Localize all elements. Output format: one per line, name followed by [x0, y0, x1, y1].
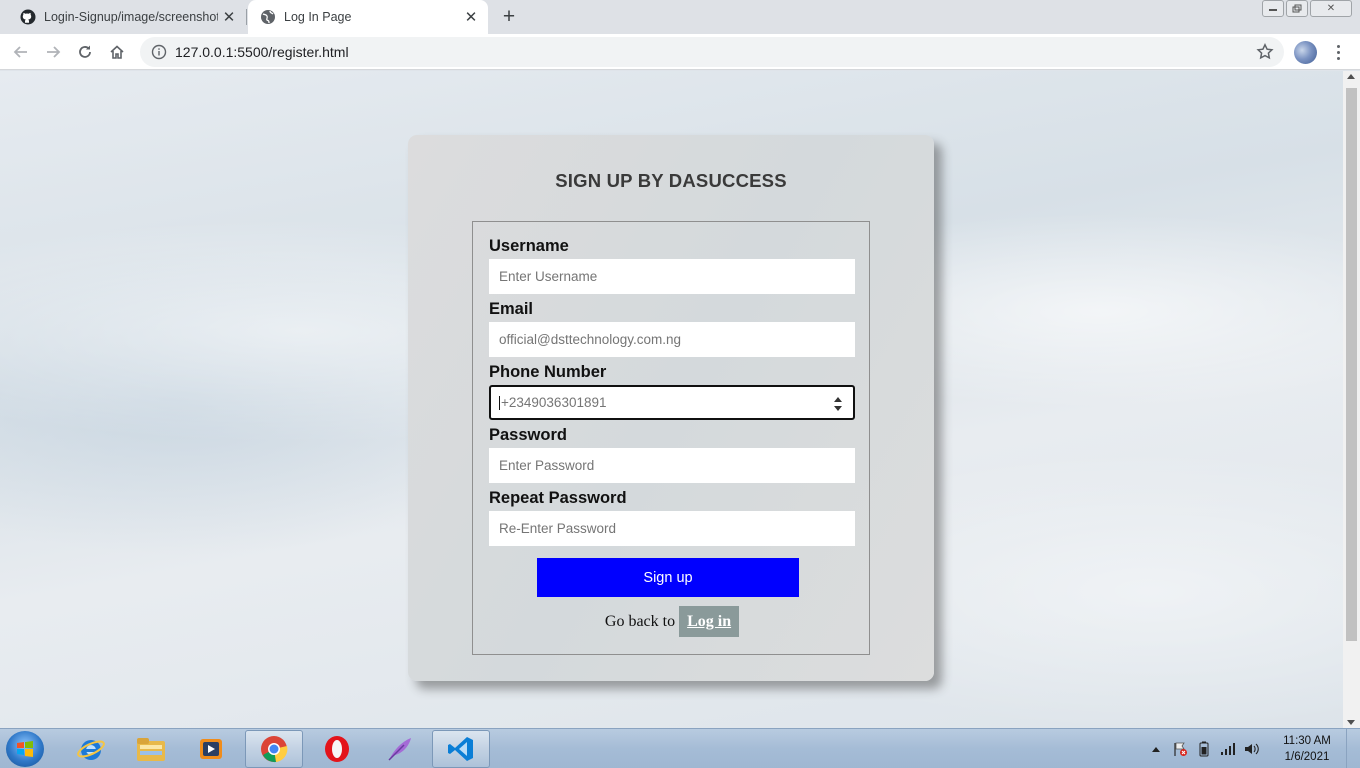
tab-log-in-page[interactable]: Log In Page ✕ [248, 0, 488, 34]
browser-menu-icon[interactable] [1330, 41, 1346, 63]
new-tab-button[interactable]: + [497, 5, 521, 29]
phone-number-label: Phone Number [489, 363, 607, 381]
signup-button[interactable]: Sign up [537, 558, 799, 597]
password-label: Password [489, 426, 567, 444]
minimize-button[interactable] [1262, 0, 1284, 17]
phone-number-placeholder: +2349036301891 [501, 395, 607, 410]
start-button[interactable] [6, 731, 44, 767]
scrollbar-thumb[interactable] [1346, 88, 1357, 641]
scroll-down-icon[interactable] [1347, 720, 1355, 725]
chrome-icon [261, 736, 288, 763]
taskbar-clock[interactable]: 11:30 AM 1/6/2021 [1272, 733, 1342, 765]
profile-avatar[interactable] [1294, 41, 1317, 64]
restore-button[interactable] [1286, 0, 1308, 17]
info-icon[interactable] [151, 44, 167, 60]
clock-date: 1/6/2021 [1284, 751, 1330, 763]
back-arrow-icon [13, 46, 27, 58]
signup-card: SIGN UP BY DASUCCESS Username Enter User… [408, 135, 934, 681]
back-button[interactable] [8, 39, 34, 65]
show-desktop-button[interactable] [1346, 729, 1360, 768]
internet-explorer-icon [77, 740, 105, 760]
tab-divider [246, 9, 247, 25]
tab-github-screenshot[interactable]: Login-Signup/image/screenshot ✕ [8, 0, 246, 34]
system-tray: 11:30 AM 1/6/2021 [1146, 729, 1360, 768]
media-player-icon [200, 739, 222, 759]
network-signal-icon[interactable] [1218, 739, 1238, 759]
email-label: Email [489, 300, 534, 318]
battery-icon[interactable] [1194, 739, 1214, 759]
back-to-login-row: Go back to Log in [473, 606, 871, 637]
media-player-taskbar-item[interactable] [182, 730, 240, 768]
opera-taskbar-item[interactable] [308, 730, 366, 768]
number-spinner-icon[interactable] [833, 397, 843, 411]
text-caret [499, 395, 500, 410]
opera-icon [325, 736, 349, 762]
close-tab-icon[interactable]: ✕ [218, 6, 240, 28]
close-tab-icon[interactable]: ✕ [460, 6, 482, 28]
username-input[interactable]: Enter Username [489, 259, 855, 294]
email-placeholder: official@dsttechnology.com.ng [499, 332, 682, 347]
vscode-taskbar-item[interactable] [432, 730, 490, 768]
page-scrollbar[interactable] [1343, 71, 1360, 728]
chrome-taskbar-item[interactable] [245, 730, 303, 768]
url-text: 127.0.0.1:5500/register.html [175, 44, 349, 60]
reload-icon [79, 45, 91, 58]
close-window-button[interactable]: ✕ [1310, 0, 1352, 17]
home-button[interactable] [104, 39, 130, 65]
volume-icon[interactable] [1242, 739, 1262, 759]
page-viewport: SIGN UP BY DASUCCESS Username Enter User… [0, 71, 1343, 728]
login-link[interactable]: Log in [679, 606, 740, 637]
password-placeholder: Enter Password [499, 458, 595, 473]
scroll-up-icon[interactable] [1347, 74, 1355, 79]
home-icon [110, 45, 124, 59]
browser-tab-strip: Login-Signup/image/screenshot ✕ Log In P… [0, 0, 1360, 34]
file-explorer-icon [137, 738, 165, 761]
email-input[interactable]: official@dsttechnology.com.ng [489, 322, 855, 357]
repeat-password-label: Repeat Password [489, 489, 627, 507]
feather-app-taskbar-item[interactable] [370, 730, 428, 768]
reload-button[interactable] [72, 39, 98, 65]
forward-button[interactable] [40, 39, 66, 65]
file-explorer-taskbar-item[interactable] [122, 730, 180, 768]
windows-taskbar: 11:30 AM 1/6/2021 [0, 728, 1360, 768]
window-controls: ✕ [1262, 0, 1352, 17]
browser-toolbar: 127.0.0.1:5500/register.html [0, 34, 1360, 70]
phone-number-input[interactable]: +2349036301891 [489, 385, 855, 420]
back-prefix-text: Go back to [604, 612, 676, 630]
tab-title: Log In Page [284, 10, 352, 24]
repeat-password-input[interactable]: Re-Enter Password [489, 511, 855, 546]
feather-app-icon [388, 738, 411, 761]
address-bar[interactable]: 127.0.0.1:5500/register.html [140, 37, 1284, 67]
username-placeholder: Enter Username [499, 269, 598, 284]
bookmark-star-icon[interactable] [1256, 43, 1274, 61]
password-input[interactable]: Enter Password [489, 448, 855, 483]
tab-title: Login-Signup/image/screenshot [44, 10, 218, 24]
forward-arrow-icon [47, 46, 61, 58]
username-label: Username [489, 237, 569, 255]
clock-time: 11:30 AM [1283, 735, 1331, 747]
action-center-flag-icon[interactable] [1170, 739, 1190, 759]
globe-icon [260, 9, 276, 25]
repeat-password-placeholder: Re-Enter Password [499, 521, 617, 536]
github-icon [20, 9, 36, 25]
vscode-icon [448, 737, 473, 761]
page-title: SIGN UP BY DASUCCESS [555, 170, 787, 191]
show-hidden-icons-icon[interactable] [1146, 739, 1166, 759]
internet-explorer-taskbar-item[interactable] [62, 730, 120, 768]
windows-logo-icon [17, 741, 33, 757]
signup-form: Username Enter Username Email official@d… [472, 221, 870, 655]
